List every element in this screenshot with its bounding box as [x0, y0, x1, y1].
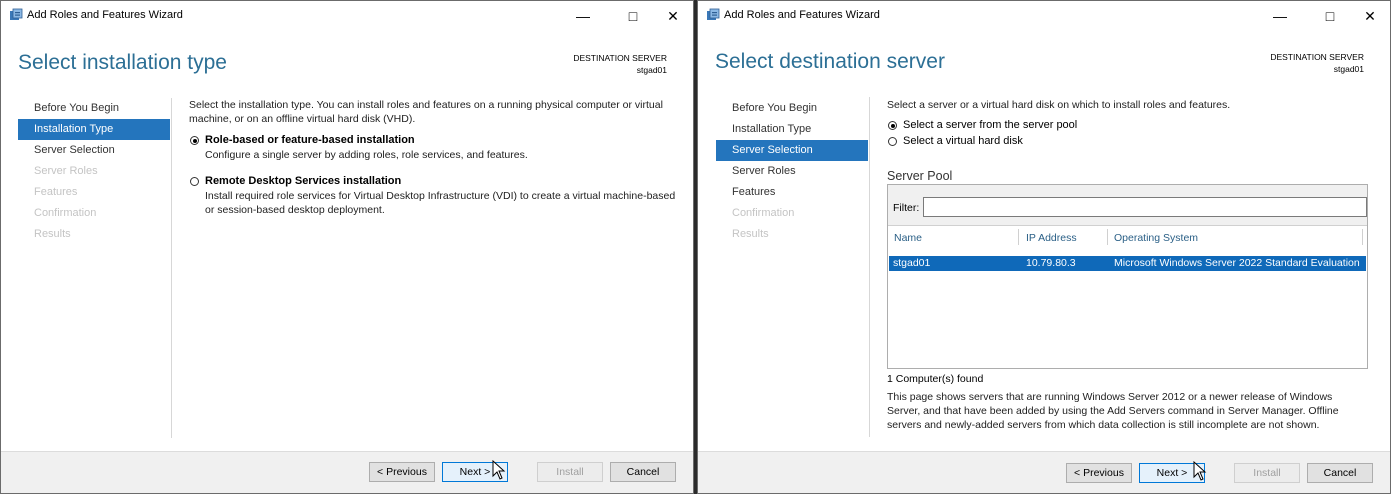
minimize-icon[interactable]: —: [568, 5, 598, 27]
wizard-nav: Before You Begin Installation Type Serve…: [716, 98, 868, 245]
installation-type-content: Select the installation type. You can in…: [189, 98, 679, 217]
option-remote-desktop-label[interactable]: Remote Desktop Services installation: [205, 175, 679, 187]
title-bar[interactable]: Add Roles and Features Wizard — □ ✕: [1, 1, 693, 31]
table-row[interactable]: stgad01 10.79.80.3 Microsoft Windows Ser…: [889, 256, 1366, 271]
close-icon[interactable]: ✕: [658, 5, 688, 27]
option-virtual-disk[interactable]: Select a virtual hard disk: [887, 135, 1377, 147]
previous-button[interactable]: < Previous: [1066, 463, 1132, 483]
close-icon[interactable]: ✕: [1355, 5, 1385, 27]
nav-divider: [869, 97, 870, 437]
row-name: stgad01: [893, 257, 931, 269]
nav-item-installation-type[interactable]: Installation Type: [18, 119, 170, 140]
filter-input[interactable]: [923, 197, 1367, 217]
radio-server-pool[interactable]: [888, 121, 897, 130]
cancel-button[interactable]: Cancel: [610, 462, 676, 482]
filter-bar: Filter:: [888, 185, 1367, 226]
server-pool-note: This page shows servers that are running…: [887, 391, 1339, 431]
destination-server: DESTINATION SERVER stgad01: [573, 52, 667, 76]
window-title: Add Roles and Features Wizard: [27, 9, 183, 21]
nav-item-server-roles: Server Roles: [34, 165, 98, 177]
destination-label: DESTINATION SERVER: [573, 53, 667, 63]
option-role-based[interactable]: Role-based or feature-based installation…: [189, 134, 679, 162]
destination-server: DESTINATION SERVER stgad01: [1270, 51, 1364, 75]
install-button: Install: [1234, 463, 1300, 483]
wizard-window-server-selection: Add Roles and Features Wizard — □ ✕ Sele…: [697, 0, 1391, 494]
column-divider[interactable]: [1362, 229, 1363, 245]
mouse-cursor-icon: [492, 460, 506, 480]
computers-found: 1 Computer(s) found: [887, 373, 984, 385]
page-title: Select destination server: [715, 50, 945, 73]
option-server-pool[interactable]: Select a server from the server pool: [887, 119, 1377, 131]
nav-item-confirmation: Confirmation: [732, 207, 795, 219]
wizard-window-installation-type: Add Roles and Features Wizard — □ ✕ Sele…: [0, 0, 694, 494]
server-manager-icon: [707, 8, 720, 20]
row-ip: 10.79.80.3: [1026, 257, 1076, 269]
column-divider[interactable]: [1018, 229, 1019, 245]
nav-item-server-selection[interactable]: Server Selection: [18, 140, 170, 161]
column-divider[interactable]: [1107, 229, 1108, 245]
wizard-footer: < Previous Next > Install Cancel: [698, 451, 1390, 493]
radio-virtual-disk[interactable]: [888, 137, 897, 146]
destination-label: DESTINATION SERVER: [1270, 52, 1364, 62]
option-role-based-desc: Configure a single server by adding role…: [205, 149, 528, 161]
nav-item-results: Results: [34, 228, 71, 240]
wizard-footer: < Previous Next > Install Cancel: [1, 451, 693, 493]
column-header-ip[interactable]: IP Address: [1026, 225, 1077, 251]
option-remote-desktop[interactable]: Remote Desktop Services installation Ins…: [189, 175, 679, 217]
destination-value: stgad01: [1333, 64, 1364, 74]
nav-item-server-selection[interactable]: Server Selection: [716, 140, 868, 161]
nav-item-features: Features: [34, 186, 78, 198]
nav-item-features[interactable]: Features: [716, 182, 868, 203]
window-title: Add Roles and Features Wizard: [724, 9, 880, 21]
server-pool-list: Filter: Name IP Address Operating System…: [887, 184, 1368, 369]
column-header-name[interactable]: Name: [894, 225, 922, 251]
maximize-icon[interactable]: □: [618, 5, 648, 27]
option-server-pool-label[interactable]: Select a server from the server pool: [903, 119, 1377, 131]
wizard-nav: Before You Begin Installation Type Serve…: [18, 98, 170, 245]
destination-value: stgad01: [636, 65, 667, 75]
page-description: Select the installation type. You can in…: [189, 99, 663, 125]
nav-item-confirmation: Confirmation: [34, 207, 97, 219]
title-bar[interactable]: Add Roles and Features Wizard — □ ✕: [698, 1, 1390, 31]
mouse-cursor-icon: [1193, 461, 1207, 481]
server-manager-icon: [10, 8, 23, 20]
server-pool-heading: Server Pool: [887, 169, 953, 183]
minimize-icon[interactable]: —: [1265, 5, 1295, 27]
nav-item-server-roles[interactable]: Server Roles: [716, 161, 868, 182]
nav-item-before-you-begin[interactable]: Before You Begin: [18, 98, 170, 119]
nav-item-before-you-begin[interactable]: Before You Begin: [716, 98, 868, 119]
column-header-os[interactable]: Operating System: [1114, 225, 1198, 251]
page-title: Select installation type: [18, 51, 227, 74]
maximize-icon[interactable]: □: [1315, 5, 1345, 27]
radio-remote-desktop[interactable]: [190, 177, 199, 186]
option-role-based-label[interactable]: Role-based or feature-based installation: [205, 134, 679, 146]
cancel-button[interactable]: Cancel: [1307, 463, 1373, 483]
filter-label: Filter:: [893, 202, 920, 214]
previous-button[interactable]: < Previous: [369, 462, 435, 482]
install-button: Install: [537, 462, 603, 482]
page-description: Select a server or a virtual hard disk o…: [887, 99, 1231, 111]
radio-role-based[interactable]: [190, 136, 199, 145]
option-remote-desktop-desc: Install required role services for Virtu…: [205, 190, 676, 216]
nav-divider: [171, 98, 172, 438]
row-os: Microsoft Windows Server 2022 Standard E…: [1114, 257, 1360, 269]
nav-item-installation-type[interactable]: Installation Type: [716, 119, 868, 140]
option-virtual-disk-label[interactable]: Select a virtual hard disk: [903, 135, 1377, 147]
server-selection-content: Select a server or a virtual hard disk o…: [887, 98, 1377, 147]
nav-item-results: Results: [732, 228, 769, 240]
